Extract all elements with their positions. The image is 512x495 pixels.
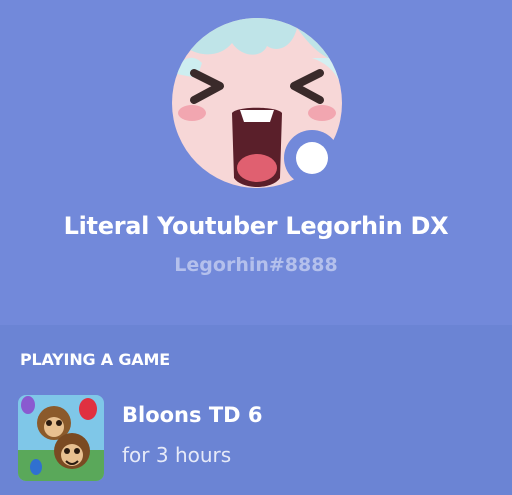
profile-header: Literal Youtuber Legorhin DX Legorhin#88…: [0, 0, 512, 325]
status-indicator: [284, 130, 340, 186]
game-duration: for 3 hours: [122, 443, 232, 467]
activity-section-title: PLAYING A GAME: [20, 350, 170, 369]
game-name: Bloons TD 6: [122, 403, 263, 427]
user-tag: Legorhin#8888: [174, 254, 338, 276]
online-status-icon: [296, 142, 328, 174]
user-profile-card: Literal Youtuber Legorhin DX Legorhin#88…: [0, 0, 512, 495]
display-name: Literal Youtuber Legorhin DX: [63, 212, 449, 240]
avatar[interactable]: [172, 18, 342, 188]
bloons-td6-icon[interactable]: [18, 395, 104, 481]
